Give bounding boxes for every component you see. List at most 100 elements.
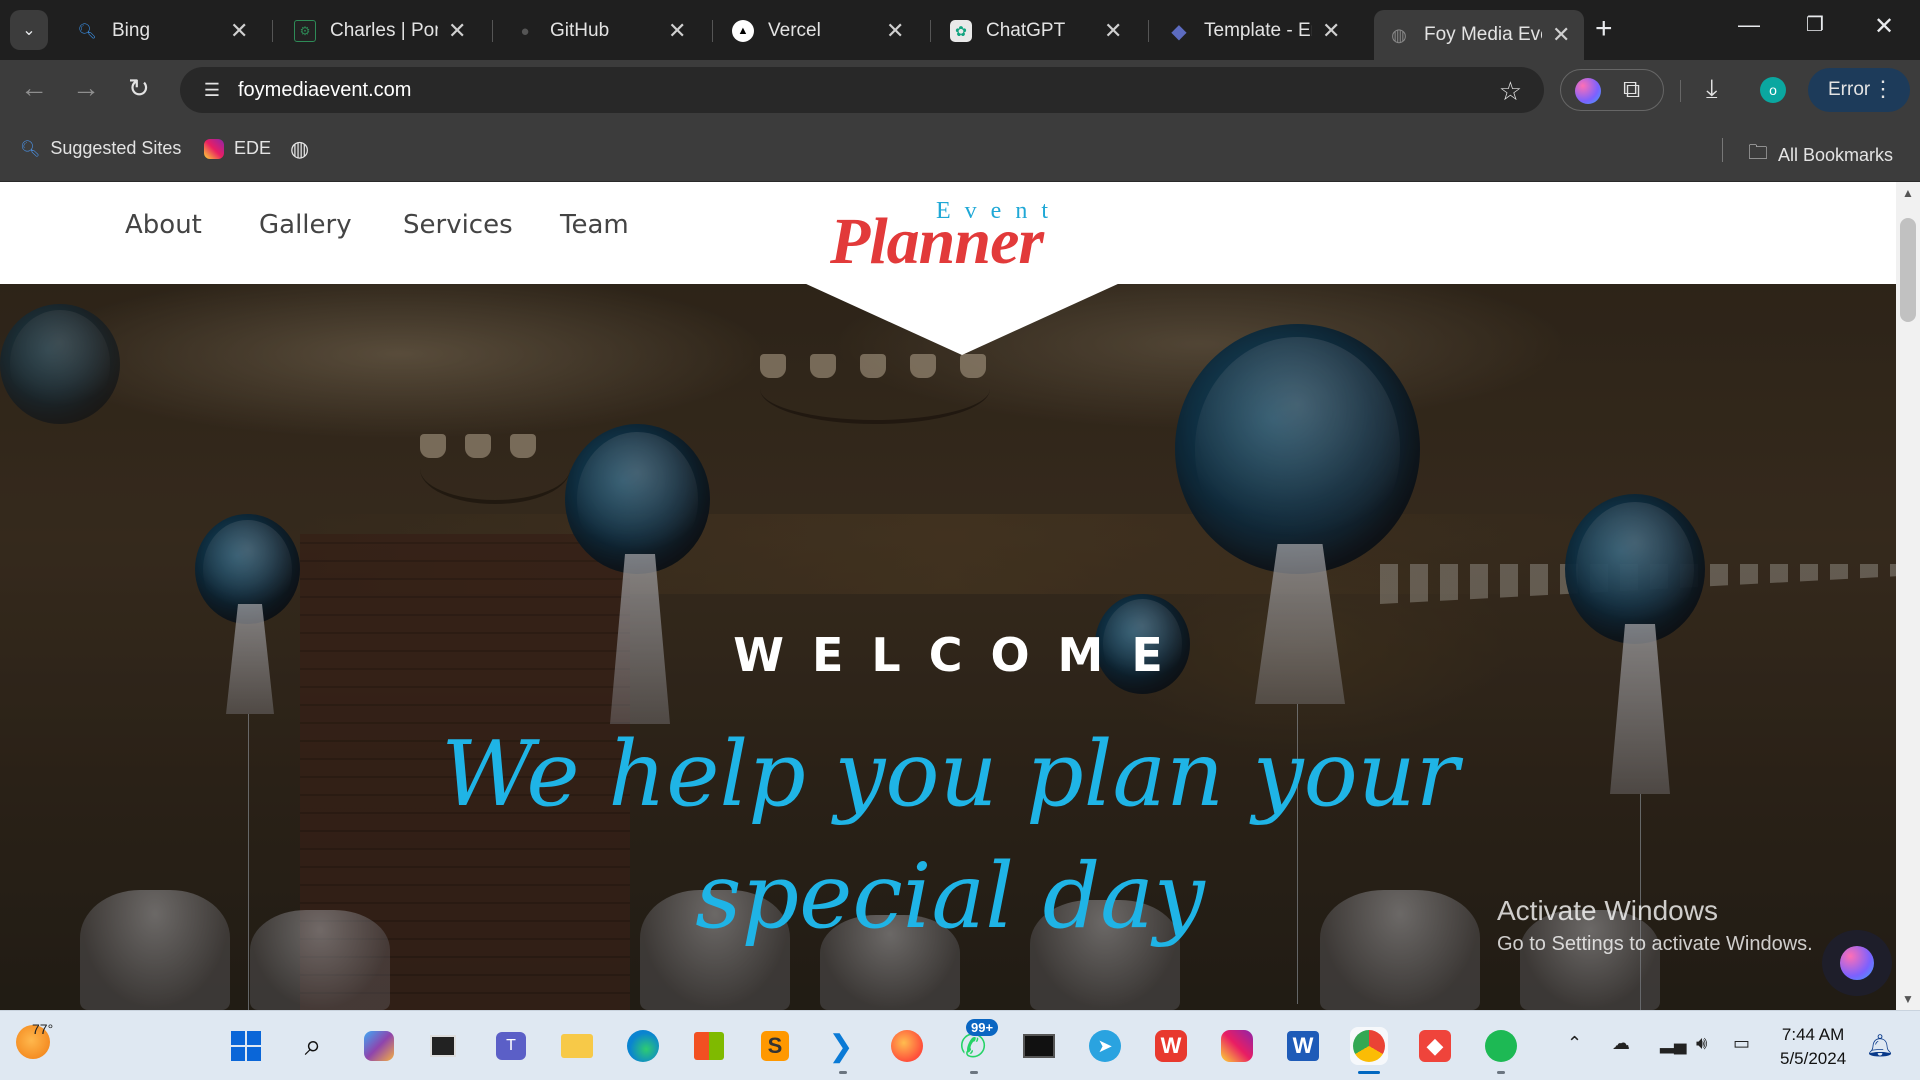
tab-charles-portfolio[interactable]: ⚙ Charles | Portfo ✕ (280, 10, 480, 52)
system-clock[interactable]: 7:44 AM 5/5/2024 (1780, 1023, 1846, 1071)
terminal-icon[interactable] (1020, 1027, 1058, 1065)
close-icon[interactable]: ✕ (448, 18, 466, 44)
anydesk-icon[interactable]: ◆ (1416, 1027, 1454, 1065)
volume-icon[interactable]: 🔊︎ (1696, 1033, 1707, 1054)
bookmark-ede[interactable]: EDE (204, 138, 271, 159)
back-icon[interactable]: ← (20, 74, 48, 102)
floating-assistant-button[interactable] (1822, 930, 1892, 996)
search-icon: 🔍︎ (20, 140, 41, 158)
forward-icon[interactable]: → (72, 74, 100, 102)
chevron-up-icon[interactable]: ⌃ (1567, 1033, 1582, 1054)
nav-services[interactable]: Services (403, 210, 513, 240)
close-icon[interactable]: ✕ (1552, 22, 1570, 48)
instagram-icon[interactable] (1218, 1027, 1256, 1065)
firefox-icon[interactable] (888, 1027, 926, 1065)
tab-separator (930, 20, 931, 42)
site-info-icon[interactable]: ☰ (192, 80, 232, 101)
tab-strip: ⌄ 🔍︎ Bing ✕ ⚙ Charles | Portfo ✕ ● GitHu… (0, 0, 1920, 60)
new-tab-button[interactable]: + (1595, 14, 1613, 44)
chrome-icon[interactable] (1350, 1027, 1388, 1065)
extensions-puzzle-icon[interactable]: ⧉ (1623, 76, 1640, 104)
bing-search-icon: 🔍︎ (77, 23, 97, 40)
close-icon[interactable]: ✕ (1104, 18, 1122, 44)
address-bar[interactable]: ☰ ☆ (180, 67, 1544, 113)
more-vert-icon: ⋮ (1872, 76, 1894, 101)
windows-taskbar: 77° ⌕ T S ❯ ✆ 99+ ➤ W W ◆ ⌃ ☁ ▂▄ 🔊︎ ▭ 7:… (0, 1010, 1920, 1080)
tab-github[interactable]: ● GitHub ✕ (500, 10, 700, 52)
brain-icon (1840, 946, 1874, 980)
profile-avatar[interactable]: o (1760, 77, 1786, 103)
bookmarks-bar: 🔍︎ Suggested Sites EDE ◍ 🗀 All Bookmarks (0, 118, 1920, 182)
sublime-text-icon[interactable]: S (756, 1027, 794, 1065)
chatgpt-icon: ✿ (950, 20, 972, 42)
logo-planner-text: Planner (830, 205, 1044, 278)
tab-search-button[interactable]: ⌄ (10, 10, 48, 50)
brain-extension-icon[interactable] (1575, 78, 1601, 104)
clock-date: 5/5/2024 (1780, 1049, 1847, 1068)
download-icon[interactable]: ⤓ (1706, 73, 1718, 105)
globe-bookmark-icon[interactable]: ◍ (290, 136, 309, 162)
tab-separator (492, 20, 493, 42)
search-icon[interactable]: ⌕ (294, 1027, 332, 1065)
scroll-down-icon[interactable]: ▼ (1896, 992, 1920, 1006)
bookmark-suggested-sites[interactable]: 🔍︎ Suggested Sites (20, 138, 181, 159)
file-explorer-icon[interactable] (558, 1027, 596, 1065)
onedrive-icon[interactable]: ☁ (1612, 1033, 1630, 1054)
vercel-icon: ▲ (732, 20, 754, 42)
reload-icon[interactable]: ↻ (128, 74, 150, 102)
page-scrollbar[interactable]: ▲ ▼ (1896, 182, 1920, 1010)
nav-about[interactable]: About (125, 210, 202, 240)
minimize-icon[interactable]: — (1738, 12, 1760, 38)
globe-icon: ◍ (1391, 24, 1407, 45)
tab-bing[interactable]: 🔍︎ Bing ✕ (62, 10, 262, 52)
nav-gallery[interactable]: Gallery (259, 210, 352, 240)
activate-windows-watermark: Activate Windows Go to Settings to activ… (1497, 895, 1813, 956)
close-window-icon[interactable]: ✕ (1874, 12, 1894, 41)
github-icon: ● (520, 22, 530, 40)
url-input[interactable] (238, 78, 1438, 102)
chrome-active-indicator (1358, 1071, 1380, 1074)
close-icon[interactable]: ✕ (886, 18, 904, 44)
scrollbar-thumb[interactable] (1900, 218, 1916, 322)
battery-icon[interactable]: ▭ (1733, 1033, 1750, 1054)
tab-chatgpt[interactable]: ✿ ChatGPT ✕ (936, 10, 1136, 52)
page-viewport: About Gallery Services Team Event Planne… (0, 182, 1896, 1010)
restore-icon[interactable]: ❐ (1806, 12, 1824, 37)
tab-template[interactable]: ◆ Template - Em ✕ (1154, 10, 1354, 52)
telegram-icon[interactable]: ➤ (1086, 1027, 1124, 1065)
vscode-icon[interactable]: ❯ (822, 1027, 860, 1065)
wifi-icon[interactable]: ▂▄ (1660, 1033, 1687, 1054)
vscode-running-dot (839, 1071, 847, 1074)
watermark-subtitle: Go to Settings to activate Windows. (1497, 933, 1813, 955)
whatsapp-running-dot (970, 1071, 978, 1074)
tab-separator (272, 20, 273, 42)
notification-bell-icon[interactable]: 🔔︎ (1866, 1033, 1894, 1059)
microsoft-store-icon[interactable] (690, 1027, 728, 1065)
edge-icon[interactable] (624, 1027, 662, 1065)
word-icon[interactable]: W (1284, 1027, 1322, 1065)
close-icon[interactable]: ✕ (668, 18, 686, 44)
welcome-heading: WELCOME (733, 628, 1191, 682)
nav-team[interactable]: Team (560, 210, 629, 240)
close-icon[interactable]: ✕ (1322, 18, 1340, 44)
bookmark-star-icon[interactable]: ☆ (1499, 76, 1522, 107)
weather-temperature: 77° (32, 1021, 54, 1037)
portfolio-favicon-icon: ⚙ (294, 20, 316, 42)
browser-toolbar: ← → ↻ ☰ ☆ ⧉ ⤓ o Error ⋮ (0, 60, 1920, 118)
all-bookmarks-button[interactable]: 🗀 All Bookmarks (1748, 138, 1893, 172)
template-icon: ◆ (1171, 20, 1187, 43)
spotify-icon[interactable] (1482, 1027, 1520, 1065)
chevron-down-icon: ⌄ (22, 22, 36, 39)
toolbar-separator (1680, 80, 1681, 102)
scroll-up-icon[interactable]: ▲ (1896, 186, 1920, 200)
tab-vercel[interactable]: ▲ Vercel ✕ (718, 10, 918, 52)
close-icon[interactable]: ✕ (230, 18, 248, 44)
copilot-icon[interactable] (360, 1027, 398, 1065)
task-view-icon[interactable] (424, 1027, 462, 1065)
site-logo[interactable]: Event Planner (830, 192, 1110, 278)
tab-foy-media[interactable]: ◍ Foy Media Eve ✕ (1374, 10, 1584, 60)
teams-icon[interactable]: T (492, 1027, 530, 1065)
error-menu-button[interactable]: Error ⋮ (1808, 68, 1910, 112)
wps-office-icon[interactable]: W (1152, 1027, 1190, 1065)
start-icon[interactable] (227, 1027, 265, 1065)
